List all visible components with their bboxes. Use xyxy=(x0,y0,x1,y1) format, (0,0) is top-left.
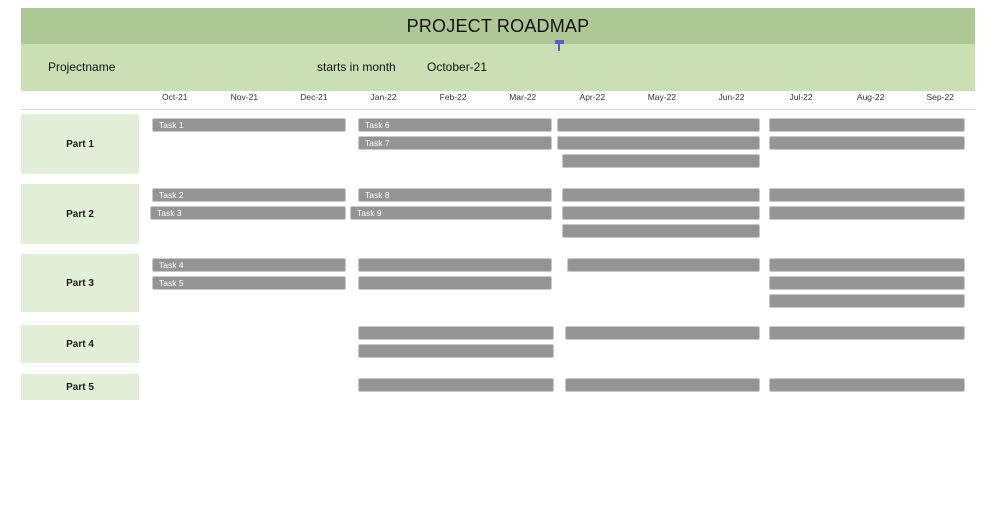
month-label-apr-22: Apr-22 xyxy=(579,92,606,102)
month-label-aug-22: Aug-22 xyxy=(856,92,885,102)
task-bar-task-6[interactable]: Task 6 xyxy=(358,118,552,132)
task-bar[interactable] xyxy=(358,326,554,340)
task-bar[interactable] xyxy=(557,136,760,150)
task-bar-task-4[interactable]: Task 4 xyxy=(152,258,346,272)
task-bar[interactable] xyxy=(358,258,552,272)
task-bar-label: Task 3 xyxy=(157,207,182,218)
task-bar[interactable] xyxy=(557,118,760,132)
task-bar[interactable] xyxy=(562,224,760,238)
task-bar-task-1[interactable]: Task 1 xyxy=(152,118,346,132)
part-label-text: Part 1 xyxy=(66,138,94,150)
month-label-jun-22: Jun-22 xyxy=(718,92,745,102)
header-divider xyxy=(21,109,975,110)
task-bar-task-9[interactable]: Task 9 xyxy=(350,206,552,220)
part-label-text: Part 2 xyxy=(66,208,94,220)
project-name-label: Projectname xyxy=(48,60,116,74)
task-bar[interactable] xyxy=(769,206,965,220)
task-bar-task-2[interactable]: Task 2 xyxy=(152,188,346,202)
task-bar[interactable] xyxy=(769,258,965,272)
task-bar-task-8[interactable]: Task 8 xyxy=(358,188,552,202)
roadmap-subtitle-bar: Projectname starts in month October-21 xyxy=(21,44,975,91)
part-label-3[interactable]: Part 3 xyxy=(21,254,139,312)
task-bar-label: Task 7 xyxy=(365,137,390,148)
month-label-feb-22: Feb-22 xyxy=(439,92,467,102)
task-bar[interactable] xyxy=(358,276,552,290)
part-label-text: Part 4 xyxy=(66,338,94,350)
task-bar[interactable] xyxy=(769,276,965,290)
month-label-oct-21: Oct-21 xyxy=(162,92,188,102)
task-bar-label: Task 1 xyxy=(159,119,184,130)
month-label-sep-22: Sep-22 xyxy=(926,92,954,102)
part-label-5[interactable]: Part 5 xyxy=(21,374,139,400)
task-bar[interactable] xyxy=(769,136,965,150)
month-label-jan-22: Jan-22 xyxy=(370,92,397,102)
task-bar[interactable] xyxy=(562,154,760,168)
task-bar-label: Task 8 xyxy=(365,189,390,200)
page-title: PROJECT ROADMAP xyxy=(406,15,590,36)
start-month-value: October-21 xyxy=(427,60,488,74)
month-label-may-22: May-22 xyxy=(647,92,677,102)
part-label-1[interactable]: Part 1 xyxy=(21,114,139,174)
roadmap-title-bar: PROJECT ROADMAP xyxy=(21,8,975,44)
task-bar-label: Task 6 xyxy=(365,119,390,130)
part-label-4[interactable]: Part 4 xyxy=(21,325,139,363)
task-bar[interactable] xyxy=(565,378,760,392)
task-bar[interactable] xyxy=(769,118,965,132)
task-bar-task-5[interactable]: Task 5 xyxy=(152,276,346,290)
task-bar-label: Task 9 xyxy=(357,207,382,218)
project-roadmap-chart: PROJECT ROADMAP Projectname starts in mo… xyxy=(0,0,1000,514)
part-label-text: Part 5 xyxy=(66,381,94,393)
task-bar-task-3[interactable]: Task 3 xyxy=(150,206,346,220)
timeline-month-header: Oct-21 Nov-21 Dec-21 Jan-22 Feb-22 Mar-22 Apr-… xyxy=(140,92,975,108)
task-bar[interactable] xyxy=(358,378,554,392)
starts-in-month-label: starts in month xyxy=(317,60,396,74)
part-label-text: Part 3 xyxy=(66,277,94,289)
task-bar-label: Task 4 xyxy=(159,259,184,270)
task-bar[interactable] xyxy=(565,326,760,340)
task-bar[interactable] xyxy=(769,294,965,308)
task-bar[interactable] xyxy=(769,326,965,340)
task-bar[interactable] xyxy=(358,344,554,358)
task-bar[interactable] xyxy=(562,206,760,220)
part-label-2[interactable]: Part 2 xyxy=(21,184,139,244)
task-bar[interactable] xyxy=(769,378,965,392)
task-bar[interactable] xyxy=(562,188,760,202)
task-bar[interactable] xyxy=(567,258,760,272)
task-bar-label: Task 2 xyxy=(159,189,184,200)
month-label-nov-21: Nov-21 xyxy=(230,92,259,102)
month-label-mar-22: Mar-22 xyxy=(509,92,537,102)
task-bar-label: Task 5 xyxy=(159,277,184,288)
month-label-dec-21: Dec-21 xyxy=(300,92,328,102)
task-bar[interactable] xyxy=(769,188,965,202)
task-bar-task-7[interactable]: Task 7 xyxy=(358,136,552,150)
month-label-jul-22: Jul-22 xyxy=(789,92,813,102)
